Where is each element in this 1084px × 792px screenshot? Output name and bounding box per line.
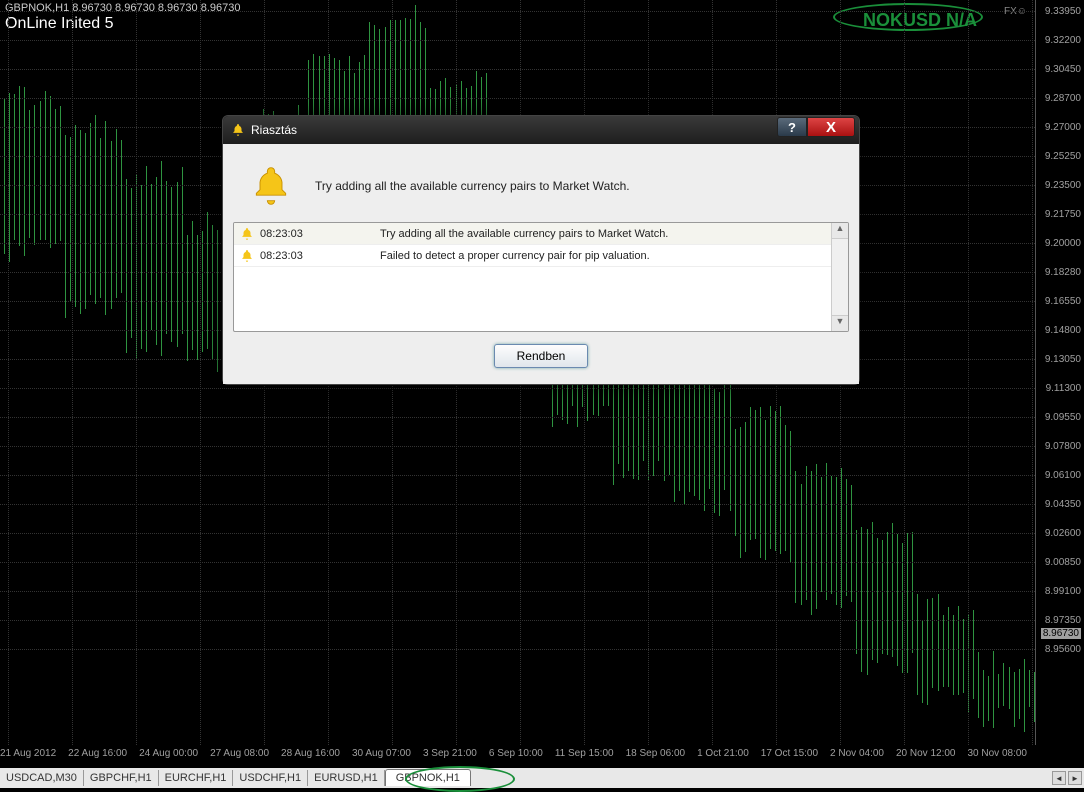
time-tick: 30 Nov 08:00: [967, 748, 1027, 759]
price-tick: 9.25250: [1045, 151, 1081, 162]
chart-tab[interactable]: USDCHF,H1: [233, 770, 308, 786]
time-tick: 18 Sep 06:00: [626, 748, 686, 759]
dialog-main-message: Try adding all the available currency pa…: [315, 179, 630, 193]
price-tick: 9.06100: [1045, 470, 1081, 481]
dialog-titlebar[interactable]: Riasztás ? X: [223, 116, 859, 144]
price-tick: 9.28700: [1045, 93, 1081, 104]
price-tick: 9.14800: [1045, 325, 1081, 336]
price-tick: 9.32200: [1045, 35, 1081, 46]
tabs-scroll-left-icon[interactable]: ◄: [1052, 771, 1066, 785]
time-tick: 21 Aug 2012: [0, 748, 56, 759]
price-tick: 9.18280: [1045, 267, 1081, 278]
bell-icon: [249, 164, 293, 208]
time-tick: 30 Aug 07:00: [352, 748, 411, 759]
chart-tab[interactable]: GBPNOK,H1: [385, 769, 471, 786]
price-tick: 9.04350: [1045, 499, 1081, 510]
price-tick: 9.11300: [1046, 383, 1081, 394]
price-tick: 8.95600: [1045, 644, 1081, 655]
chart-tab[interactable]: EURCHF,H1: [159, 770, 234, 786]
log-time: 08:23:03: [260, 250, 380, 262]
time-tick: 24 Aug 00:00: [139, 748, 198, 759]
log-time: 08:23:03: [260, 228, 380, 240]
scroll-up-icon[interactable]: ▲: [832, 223, 848, 239]
ok-button[interactable]: Rendben: [494, 344, 589, 368]
price-tick: 9.20000: [1045, 238, 1081, 249]
price-tick: 9.23500: [1045, 180, 1081, 191]
price-tick: 9.13050: [1045, 354, 1081, 365]
time-tick: 20 Nov 12:00: [896, 748, 956, 759]
scrollbar[interactable]: ▲ ▼: [831, 223, 848, 331]
dialog-help-button[interactable]: ?: [777, 117, 807, 137]
price-tick: 8.97350: [1045, 615, 1081, 626]
price-tick: 9.30450: [1045, 64, 1081, 75]
alert-dialog: Riasztás ? X Try adding all the availabl…: [222, 115, 860, 385]
time-tick: 2 Nov 04:00: [830, 748, 884, 759]
time-tick: 3 Sep 21:00: [423, 748, 477, 759]
price-tick: 9.16550: [1045, 296, 1081, 307]
bell-icon: [240, 227, 254, 241]
time-tick: 22 Aug 16:00: [68, 748, 127, 759]
tabs-scroll-controls: ◄ ►: [1052, 771, 1082, 785]
price-axis: 9.33950 9.32200 9.30450 9.28700 9.27000 9.252…: [1035, 0, 1084, 745]
tabs-scroll-right-icon[interactable]: ►: [1068, 771, 1082, 785]
log-message: Failed to detect a proper currency pair …: [380, 250, 848, 262]
price-tick: 8.99100: [1045, 586, 1081, 597]
log-message: Try adding all the available currency pa…: [380, 228, 848, 240]
log-row[interactable]: 08:23:03Try adding all the available cur…: [234, 223, 848, 245]
dialog-title: Riasztás: [251, 123, 297, 137]
price-tick: 9.02600: [1045, 528, 1081, 539]
scroll-down-icon[interactable]: ▼: [832, 315, 848, 331]
chart-tab[interactable]: USDCAD,M30: [0, 770, 84, 786]
chart-tab[interactable]: EURUSD,H1: [308, 770, 385, 786]
alert-log-list[interactable]: 08:23:03Try adding all the available cur…: [233, 222, 849, 332]
price-tick: 9.00850: [1045, 557, 1081, 568]
price-tick: 9.33950: [1045, 6, 1081, 17]
chart-tabs-bar: USDCAD,M30GBPCHF,H1EURCHF,H1USDCHF,H1EUR…: [0, 768, 1084, 788]
dialog-body: Try adding all the available currency pa…: [223, 144, 859, 384]
price-tick: 9.09550: [1045, 412, 1081, 423]
time-axis: 21 Aug 2012 22 Aug 16:00 24 Aug 00:00 27 Au…: [0, 745, 1035, 761]
bell-icon: [231, 123, 245, 137]
time-tick: 1 Oct 21:00: [697, 748, 749, 759]
bell-icon: [240, 249, 254, 263]
time-tick: 27 Aug 08:00: [210, 748, 269, 759]
price-tick: 8.96730: [1041, 628, 1081, 639]
chart-tab[interactable]: GBPCHF,H1: [84, 770, 159, 786]
log-row[interactable]: 08:23:03Failed to detect a proper curren…: [234, 245, 848, 267]
price-tick: 9.07800: [1045, 441, 1081, 452]
time-tick: 11 Sep 15:00: [555, 748, 614, 759]
dialog-close-button[interactable]: X: [807, 117, 855, 137]
time-tick: 17 Oct 15:00: [761, 748, 818, 759]
price-tick: 9.27000: [1045, 122, 1081, 133]
time-tick: 6 Sep 10:00: [489, 748, 543, 759]
price-tick: 9.21750: [1045, 209, 1081, 220]
time-tick: 28 Aug 16:00: [281, 748, 340, 759]
